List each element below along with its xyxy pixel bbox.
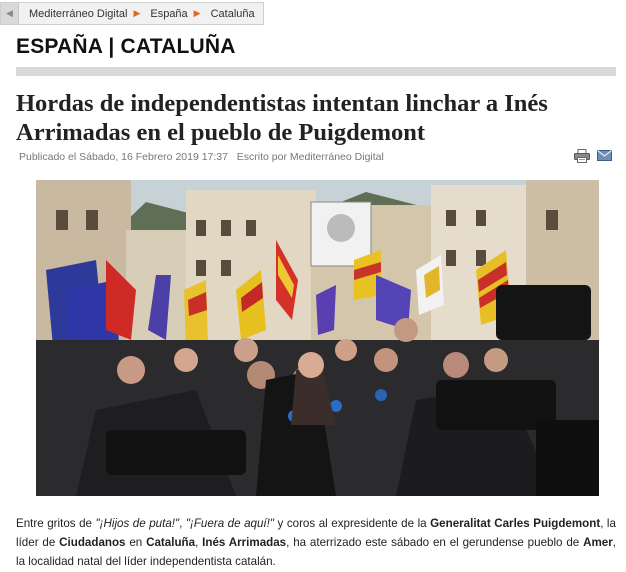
body-text-segment: en [125, 536, 147, 549]
author-line: Escrito por Mediterráneo Digital [236, 151, 384, 163]
print-icon[interactable] [574, 149, 590, 163]
chevron-left-icon[interactable]: ◀ [1, 3, 19, 24]
body-text-segment: , [179, 517, 186, 530]
body-bold-name: Amer [583, 536, 613, 549]
email-icon[interactable] [597, 150, 612, 161]
article-headline: Hordas de independentistas intentan linc… [16, 90, 548, 146]
body-quote: "¡Hijos de puta!" [95, 517, 180, 530]
breadcrumb-item-home[interactable]: Mediterráneo Digital [19, 8, 133, 20]
body-bold-name: Generalitat Carles Puigdemont [430, 517, 601, 530]
triangle-right-icon: ▶ [133, 8, 141, 18]
body-bold-name: Ciudadanos [59, 536, 126, 549]
breadcrumb-item-cataluna[interactable]: Cataluña [201, 8, 263, 20]
section-divider [16, 67, 616, 76]
article-photo [36, 180, 599, 496]
body-text-segment: y coros al expresidente de la [273, 517, 431, 530]
article-meta: Publicado el Sábado, 16 Febrero 2019 17:… [19, 151, 384, 163]
body-bold-name: Inés Arrimadas [202, 536, 287, 549]
published-date: Publicado el Sábado, 16 Febrero 2019 17:… [19, 151, 228, 163]
body-text-segment: , ha aterrizado este sábado en el gerund… [286, 536, 584, 549]
article-body: Entre gritos de "¡Hijos de puta!", "¡Fue… [16, 514, 616, 571]
body-bold-name: Cataluña [146, 536, 196, 549]
breadcrumb: ◀ Mediterráneo Digital ▶ España ▶ Catalu… [0, 2, 264, 25]
breadcrumb-item-espana[interactable]: España [140, 8, 193, 20]
body-quote: "¡Fuera de aquí!" [185, 517, 274, 530]
body-text-segment: Entre gritos de [16, 517, 96, 530]
section-title: ESPAÑA | CATALUÑA [16, 35, 236, 58]
triangle-right-icon: ▶ [193, 8, 201, 18]
